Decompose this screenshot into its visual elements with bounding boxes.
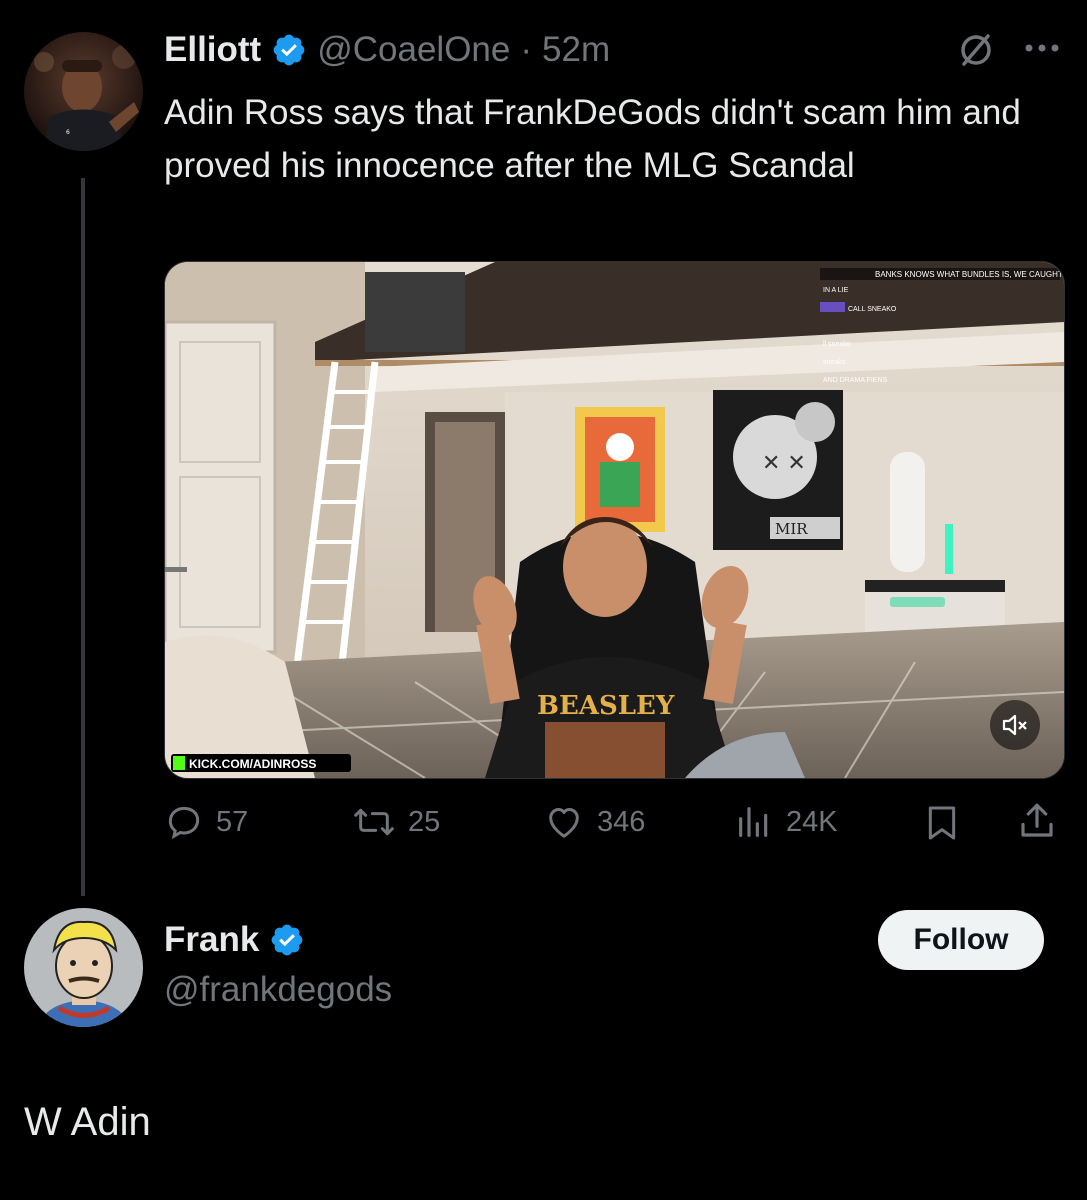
author-handle[interactable]: @CoaelOne xyxy=(317,30,510,70)
bookmark-button[interactable] xyxy=(922,802,962,844)
reply-action[interactable]: 57 xyxy=(164,800,248,844)
like-count: 346 xyxy=(597,805,646,838)
reply-author-header: Frank xyxy=(164,918,305,962)
view-count: 24K xyxy=(786,805,838,838)
views-action[interactable]: 24K xyxy=(734,800,838,844)
reply-author-avatar[interactable] xyxy=(24,908,143,1027)
shirt-text: BEASLEY xyxy=(537,691,675,721)
sign-text: MIR xyxy=(775,520,808,538)
chat-line-6: AND DRAMA FIENS xyxy=(823,377,888,384)
repost-action[interactable]: 25 xyxy=(352,800,440,844)
verified-badge-icon xyxy=(269,922,305,958)
chat-line-1: BANKS KNOWS WHAT BUNDLES IS, WE CAUGHT H xyxy=(875,270,1064,279)
like-action[interactable]: 346 xyxy=(543,800,645,844)
more-options-icon[interactable] xyxy=(1022,36,1062,60)
reply-author-handle[interactable]: @frankdegods xyxy=(164,970,392,1010)
reply-author-name[interactable]: Frank xyxy=(164,920,259,960)
header-separator: · xyxy=(520,30,533,69)
reply-icon xyxy=(168,806,200,840)
verified-badge-icon xyxy=(271,32,307,68)
author-name[interactable]: Elliott xyxy=(164,30,261,70)
share-button[interactable] xyxy=(1016,800,1058,842)
reply-count: 57 xyxy=(216,805,249,838)
muted-speaker-icon xyxy=(1002,714,1027,736)
repost-count: 25 xyxy=(408,805,441,838)
reply-text: W Adin xyxy=(24,1100,151,1144)
tweet-video[interactable]: ✕ ✕ MIR BEASLEY BANKS KNOWS WHAT BUNDLES… xyxy=(164,261,1065,779)
svg-text:✕ ✕: ✕ ✕ xyxy=(762,451,806,476)
kick-watermark: KICK.COM/ADINROSS xyxy=(189,757,316,771)
chat-line-3: CALL SNEAKO xyxy=(848,306,897,313)
chat-line-2: IN A LIE xyxy=(823,287,849,294)
svg-text:6: 6 xyxy=(66,129,70,136)
chat-line-5: sneako xyxy=(823,359,846,366)
video-frame: ✕ ✕ MIR BEASLEY BANKS KNOWS WHAT BUNDLES… xyxy=(165,262,1064,778)
tweet-header: Elliott @CoaelOne · 52m xyxy=(164,28,610,72)
chat-line-4: ll sneako xyxy=(823,341,851,348)
thread-connector-line xyxy=(81,178,85,896)
bookmark-icon xyxy=(928,806,956,840)
grok-icon[interactable] xyxy=(956,30,996,70)
repost-icon xyxy=(354,808,394,836)
share-icon xyxy=(1021,803,1053,837)
author-avatar[interactable]: 6 xyxy=(24,32,143,151)
tweet-text: Adin Ross says that FrankDeGods didn't s… xyxy=(164,93,1021,185)
heart-icon xyxy=(549,808,579,838)
follow-button[interactable]: Follow xyxy=(878,910,1044,970)
views-icon xyxy=(739,807,768,837)
mute-button[interactable] xyxy=(990,700,1040,750)
tweet-timestamp[interactable]: 52m xyxy=(542,30,610,70)
